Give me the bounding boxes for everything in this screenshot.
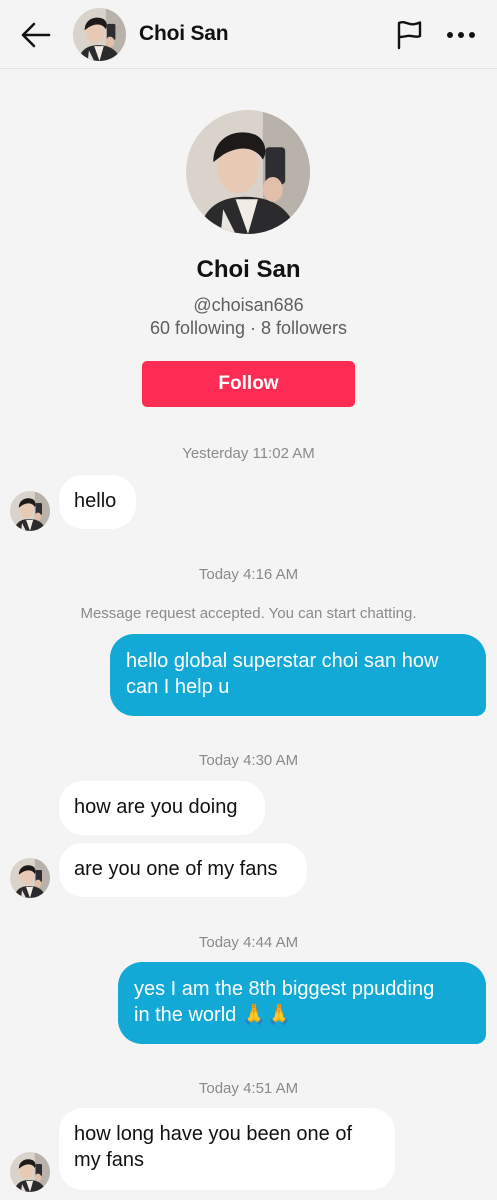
incoming-message[interactable]: hello: [59, 475, 136, 529]
sender-avatar[interactable]: [10, 1152, 50, 1192]
system-message: Message request accepted. You can start …: [80, 605, 417, 622]
message-timestamp: Today 4:16 AM: [198, 566, 299, 583]
top-bar: Choi San: [0, 0, 497, 69]
message-text-line: in the world 🙏🙏: [134, 1004, 292, 1026]
flag-icon[interactable]: [392, 18, 426, 52]
incoming-message[interactable]: how long have you been one of my fans: [59, 1108, 395, 1190]
header-title[interactable]: Choi San: [139, 22, 229, 46]
message-text: hello: [74, 490, 117, 512]
header-avatar[interactable]: [73, 8, 126, 61]
message-text-line: hello global superstar choi san how: [126, 650, 439, 672]
profile-handle: @choisan686: [193, 295, 304, 315]
more-dots-icon[interactable]: [443, 18, 479, 52]
message-text-line: my fans: [74, 1149, 145, 1171]
message-text-line: yes I am the 8th biggest ppudding: [134, 978, 435, 1000]
profile-avatar[interactable]: [186, 110, 310, 234]
sender-avatar[interactable]: [10, 858, 50, 898]
message-text: are you one of my fans: [74, 858, 278, 880]
profile-name: Choi San: [196, 256, 301, 283]
outgoing-message[interactable]: hello global superstar choi san how can …: [110, 634, 486, 716]
profile-stats: 60 following · 8 followers: [149, 318, 348, 338]
incoming-message[interactable]: how are you doing: [59, 781, 265, 835]
outgoing-message[interactable]: yes I am the 8th biggest ppudding in the…: [118, 962, 486, 1044]
message-text-line: how long have you been one of: [74, 1123, 352, 1145]
message-timestamp: Yesterday 11:02 AM: [182, 445, 315, 462]
message-timestamp: Today 4:30 AM: [198, 752, 299, 769]
incoming-message[interactable]: are you one of my fans: [59, 843, 307, 897]
message-text-line: can I help u: [126, 676, 230, 698]
sender-avatar[interactable]: [10, 491, 50, 531]
message-timestamp: Today 4:44 AM: [198, 934, 299, 951]
message-text: how are you doing: [74, 796, 238, 818]
back-arrow-icon[interactable]: [18, 18, 54, 52]
message-timestamp: Today 4:51 AM: [198, 1080, 299, 1097]
follow-button[interactable]: Follow: [142, 361, 355, 407]
